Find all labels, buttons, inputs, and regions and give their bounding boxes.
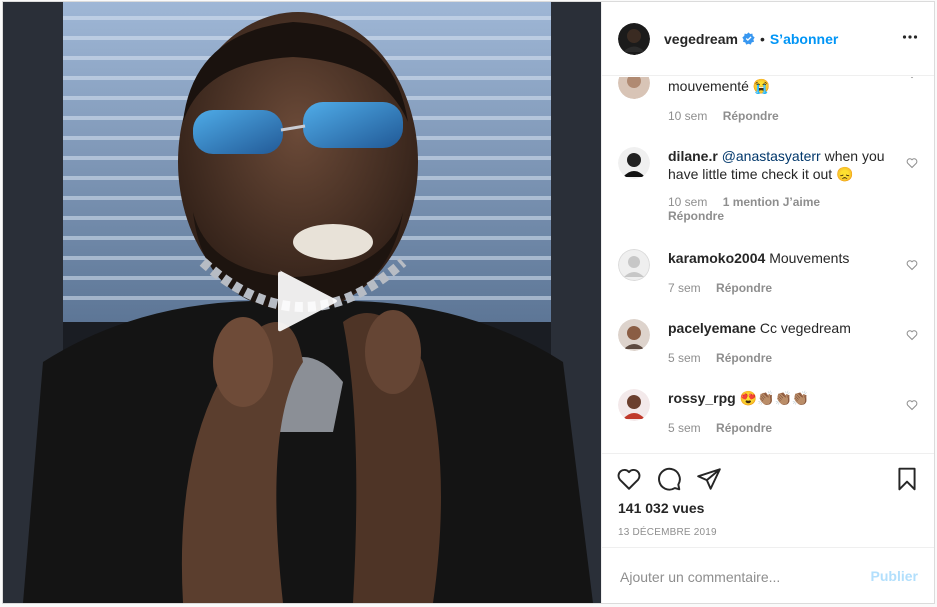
- video-player[interactable]: [3, 2, 601, 603]
- comment-text: Cc vegedream: [759, 320, 851, 336]
- comment-username[interactable]: rossy_rpg: [668, 390, 736, 406]
- comment-time: 5 sem: [668, 421, 701, 435]
- view-count[interactable]: 141 032 vues: [618, 500, 704, 516]
- post-container: vegedream • S’abonner mouvementé 😭 10 se…: [2, 1, 935, 604]
- commenter-avatar[interactable]: [618, 319, 650, 351]
- reply-button[interactable]: Répondre: [723, 109, 779, 123]
- like-comment-icon[interactable]: [906, 329, 918, 341]
- post-actions: 141 032 vues 13 décembre 2019: [602, 453, 934, 548]
- add-comment-input[interactable]: [618, 568, 862, 586]
- post-date[interactable]: 13 décembre 2019: [618, 527, 717, 538]
- follow-button[interactable]: S’abonner: [770, 31, 838, 47]
- heart-icon[interactable]: [616, 466, 642, 492]
- comment-time: 10 sem: [668, 195, 708, 209]
- add-comment-bar: Publier: [602, 547, 934, 604]
- reply-button[interactable]: Répondre: [716, 351, 772, 365]
- comment-time: 5 sem: [668, 351, 701, 365]
- share-icon[interactable]: [696, 466, 722, 492]
- comment-meta: 10 sem 1 mention J’aime Répondre: [668, 195, 888, 223]
- author-username[interactable]: vegedream: [664, 31, 738, 47]
- comment-text: mouvementé 😭: [668, 78, 771, 94]
- commenter-avatar[interactable]: [618, 249, 650, 281]
- bookmark-icon[interactable]: [894, 466, 920, 492]
- header-separator: •: [759, 30, 765, 47]
- comment-meta: 7 sem Répondre: [668, 281, 888, 295]
- comment-likes[interactable]: 1 mention J’aime: [723, 195, 820, 209]
- like-comment-icon[interactable]: [906, 157, 918, 169]
- comment-text: 😍👏🏽👏🏽👏🏽: [739, 390, 810, 406]
- like-comment-icon[interactable]: [906, 259, 918, 271]
- publish-button[interactable]: Publier: [871, 568, 918, 584]
- comment-meta: 5 sem Répondre: [668, 421, 888, 435]
- comment-username[interactable]: dilane.r: [668, 148, 718, 164]
- comment-meta: 5 sem Répondre: [668, 351, 888, 365]
- comments-list[interactable]: mouvementé 😭 10 sem Répondre dilane.r @a…: [602, 77, 934, 453]
- commenter-avatar[interactable]: [618, 77, 650, 99]
- comment-text: Mouvements: [769, 250, 850, 266]
- commenter-avatar[interactable]: [618, 147, 650, 179]
- comment-icon[interactable]: [656, 466, 682, 492]
- comment-time: 10 sem: [668, 109, 708, 123]
- post-sidebar: vegedream • S’abonner mouvementé 😭 10 se…: [601, 2, 934, 603]
- comment-username[interactable]: pacelyemane: [668, 320, 756, 336]
- comment-username[interactable]: karamoko2004: [668, 250, 765, 266]
- more-horizontal-icon[interactable]: [902, 29, 918, 45]
- like-comment-icon[interactable]: [906, 77, 918, 79]
- like-comment-icon[interactable]: [906, 399, 918, 411]
- comment-time: 7 sem: [668, 281, 701, 295]
- play-icon[interactable]: [275, 268, 339, 334]
- commenter-avatar[interactable]: [618, 389, 650, 421]
- comment-mention[interactable]: @anastasyaterr: [722, 148, 821, 164]
- post-header: vegedream • S’abonner: [602, 2, 934, 76]
- reply-button[interactable]: Répondre: [716, 421, 772, 435]
- verified-badge-icon: [742, 32, 755, 45]
- author-avatar[interactable]: [618, 22, 650, 55]
- reply-button[interactable]: Répondre: [668, 209, 724, 223]
- comment-meta: 10 sem Répondre: [668, 109, 888, 123]
- reply-button[interactable]: Répondre: [716, 281, 772, 295]
